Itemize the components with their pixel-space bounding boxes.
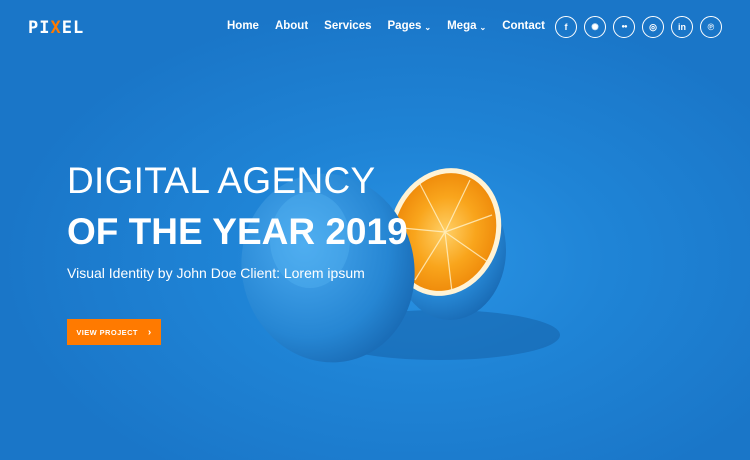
hero-headline-line1: DIGITAL AGENCY	[67, 160, 376, 201]
chevron-down-icon: ⌄	[424, 22, 432, 32]
nav-label: Services	[324, 20, 372, 32]
chevron-down-icon: ⌄	[479, 22, 487, 32]
nav-label: Home	[227, 20, 259, 32]
nav-item-contact[interactable]: Contact	[502, 20, 545, 32]
logo[interactable]: PIXEL	[28, 18, 84, 38]
logo-letter: I	[39, 18, 51, 38]
hero-section: PIXEL Home About Services Pages ⌄ Mega ⌄ C…	[0, 0, 750, 460]
logo-letter: X	[50, 18, 62, 38]
facebook-icon[interactable]: f	[555, 16, 577, 38]
nav-label: Contact	[502, 20, 546, 32]
logo-text: PIXEL	[28, 18, 84, 38]
dribbble-icon[interactable]: ✺	[584, 16, 606, 38]
hero-subline: Visual Identity by John Doe Client: Lore…	[67, 265, 365, 281]
logo-letter: L	[73, 18, 85, 38]
instagram-icon[interactable]: ◎	[642, 16, 664, 38]
nav-item-home[interactable]: Home	[227, 20, 259, 32]
social-links: f ✺ ●● ◎ in ℗	[555, 16, 722, 38]
logo-letter: P	[28, 18, 40, 38]
pinterest-icon[interactable]: ℗	[700, 16, 722, 38]
nav-item-pages[interactable]: Pages ⌄	[388, 20, 432, 32]
main-nav: Home About Services Pages ⌄ Mega ⌄ Contact	[227, 20, 545, 32]
nav-item-about[interactable]: About	[275, 20, 308, 32]
logo-letter: E	[61, 18, 73, 38]
nav-label: Mega	[447, 20, 477, 32]
chevron-right-icon: ›	[147, 326, 152, 338]
nav-label: About	[274, 20, 309, 32]
flickr-icon[interactable]: ●●	[613, 16, 635, 38]
view-project-button[interactable]: VIEW PROJECT ›	[67, 319, 161, 345]
linkedin-icon[interactable]: in	[671, 16, 693, 38]
nav-item-services[interactable]: Services	[324, 20, 371, 32]
nav-item-mega[interactable]: Mega ⌄	[447, 20, 486, 32]
nav-label: Pages	[387, 20, 422, 32]
hero-headline-line2: OF THE YEAR 2019	[67, 211, 408, 252]
cta-label: VIEW PROJECT	[76, 327, 138, 337]
